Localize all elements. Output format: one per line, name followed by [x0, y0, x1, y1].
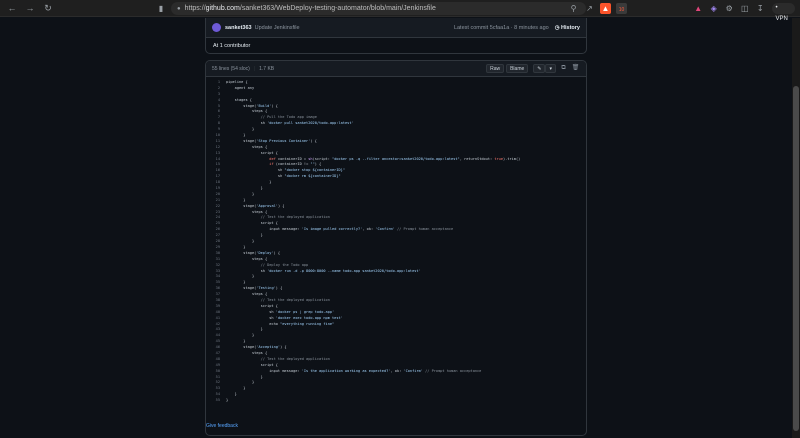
wallet-icon[interactable]: ◈ — [709, 3, 720, 14]
code-line: 55} — [206, 398, 586, 404]
header-divider: | — [253, 65, 256, 72]
edit-icon[interactable]: ✎ — [533, 64, 546, 73]
file-viewer: 55 lines (54 sloc) | 1.7 KB Raw Blame ✎ … — [205, 60, 587, 436]
commit-message[interactable]: Update Jenkinsfile — [255, 25, 300, 31]
contributors-info[interactable]: At 1 contributor — [213, 43, 250, 49]
rewards-icon[interactable]: ▲ — [693, 3, 704, 14]
line-text: input message: 'Is the application worki… — [226, 368, 482, 373]
browser-toolbar: ← → ↻ ▮ ● https://github.com/sanket363/W… — [0, 0, 800, 22]
share-icon[interactable]: ↗ — [584, 3, 595, 14]
file-size: 1.7 KB — [259, 65, 275, 72]
vpn-button[interactable]: • VPN — [771, 3, 795, 22]
bookmark-icon[interactable]: ▮ — [156, 3, 166, 14]
zoom-icon[interactable]: ⚲ — [568, 3, 579, 14]
line-text: sh 'docker run -d -p 8000:8000 --name to… — [226, 268, 421, 273]
avatar[interactable] — [212, 23, 221, 32]
lock-icon: ● — [177, 5, 181, 12]
shields-icon[interactable]: 10 — [616, 3, 627, 14]
lines-info: 55 lines (54 sloc) — [212, 65, 250, 72]
reload-icon[interactable]: ↻ — [42, 2, 54, 14]
sidebar-icon[interactable]: ◫ — [740, 3, 751, 14]
line-text: agent any — [226, 85, 255, 90]
give-feedback-link[interactable]: Give feedback — [206, 423, 238, 429]
url-prefix: https:// — [184, 5, 206, 12]
brave-icon[interactable]: ▲ — [600, 3, 611, 14]
url-host: github.com — [205, 5, 240, 12]
chevron-down-icon[interactable]: ▾ — [545, 64, 556, 73]
forward-icon[interactable]: → — [24, 2, 36, 14]
raw-button[interactable]: Raw — [486, 64, 505, 73]
commit-box: sanket363 Update Jenkinsfile Latest comm… — [205, 18, 587, 54]
extensions-icon[interactable]: ⚙ — [724, 3, 735, 14]
line-text: } — [226, 398, 229, 403]
commit-author[interactable]: sanket363 — [225, 25, 252, 31]
url-path: /sanket363/WebDeploy-testing-automator/b… — [239, 5, 436, 12]
back-icon[interactable]: ← — [6, 2, 18, 14]
line-number[interactable]: 55 — [206, 398, 226, 404]
latest-commit-info[interactable]: Latest commit 5cfaa1a · 8 minutes ago — [454, 25, 549, 31]
downloads-icon[interactable]: ↧ — [755, 3, 766, 14]
shields-count: 10 — [618, 7, 625, 13]
history-button[interactable]: ◷ History — [555, 25, 580, 31]
latest-commit-bar: sanket363 Update Jenkinsfile Latest comm… — [206, 18, 586, 38]
code-view: 1 pipeline {2 agent any 3 4 stages {5 stage… — [206, 77, 586, 404]
history-label: History — [561, 24, 580, 31]
file-header: 55 lines (54 sloc) | 1.7 KB Raw Blame ✎ … — [206, 61, 586, 77]
trash-icon[interactable]: 🗑 — [571, 64, 580, 73]
github-page: sanket363 Update Jenkinsfile Latest comm… — [0, 18, 792, 438]
scrollbar-thumb[interactable] — [793, 86, 799, 431]
blame-button[interactable]: Blame — [506, 64, 529, 73]
address-bar[interactable]: ● https://github.com/sanket363/WebDeploy… — [171, 2, 586, 15]
copy-icon[interactable]: ⧉ — [559, 64, 568, 73]
